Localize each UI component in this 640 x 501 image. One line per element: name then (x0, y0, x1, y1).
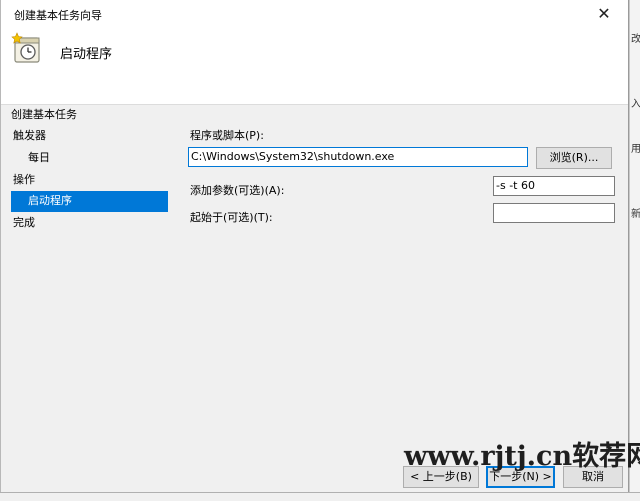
arguments-input[interactable]: -s -t 60 (493, 176, 615, 196)
nav-step-trigger: 触发器 (13, 129, 46, 142)
background-text-2: 入 (631, 99, 640, 110)
program-script-label: 程序或脚本(P): (190, 129, 264, 142)
nav-step-daily: 每日 (28, 151, 50, 164)
nav-step-action: 操作 (13, 173, 35, 186)
program-script-input[interactable]: C:\Windows\System32\shutdown.exe (188, 147, 528, 167)
close-button[interactable]: ✕ (582, 0, 626, 28)
bottom-edge (0, 492, 640, 501)
arguments-label: 添加参数(可选)(A): (190, 184, 285, 197)
wizard-header: 启动程序 (1, 28, 628, 105)
watermark-text: www.rjtj.cn软荐网 (404, 441, 640, 472)
nav-step-start-program: 启动程序 (11, 191, 168, 212)
background-text-3: 用 (631, 144, 640, 155)
background-text-1: 改 (631, 34, 640, 45)
nav-step-create-task: 创建基本任务 (11, 108, 77, 121)
start-in-input[interactable] (493, 203, 615, 223)
start-in-label: 起始于(可选)(T): (190, 211, 273, 224)
nav-step-finish: 完成 (13, 216, 35, 229)
background-text-4: 新 (631, 209, 640, 220)
create-basic-task-dialog: 创建基本任务向导 ✕ 启动程序 创建基本任务 触发器 每日 操作 启动程序 完成… (0, 0, 629, 501)
header-title: 启动程序 (60, 47, 113, 62)
window-title: 创建基本任务向导 (14, 9, 102, 22)
background-window-strip: 改 入 用 新 (629, 0, 640, 501)
task-scheduler-icon (11, 32, 40, 63)
wizard-steps-nav: 创建基本任务 触发器 每日 操作 启动程序 完成 (11, 105, 171, 465)
screen: 改 入 用 新 创建基本任务向导 ✕ 启动程序 创建基本任务 触发器 每日 操作 (0, 0, 640, 501)
browse-button[interactable]: 浏览(R)... (536, 147, 612, 169)
title-bar[interactable]: 创建基本任务向导 ✕ (1, 0, 628, 28)
